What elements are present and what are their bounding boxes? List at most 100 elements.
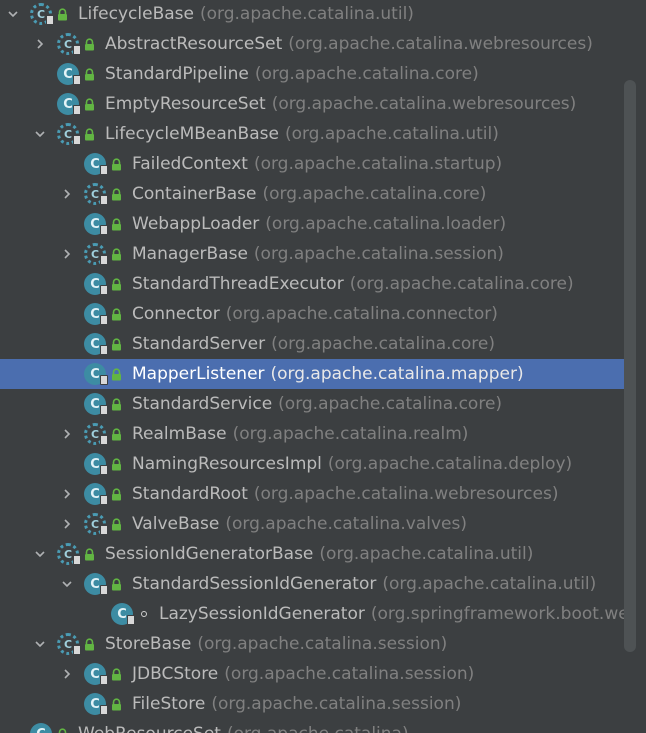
- tree-row[interactable]: C FailedContext (org.apache.catalina.start…: [0, 149, 624, 179]
- class-icon: C: [84, 393, 108, 415]
- abstract-class-icon: C: [84, 423, 108, 445]
- chevron-right-icon[interactable]: [60, 247, 74, 261]
- type-hierarchy-tree[interactable]: C LifecycleBase (org.apache.catalina.util)…: [0, 0, 624, 733]
- tree-row[interactable]: C EmptyResourceSet (org.apache.catalina.we…: [0, 89, 624, 119]
- class-name: FailedContext: [132, 154, 248, 174]
- scrollbar-gutter: [636, 0, 646, 733]
- chevron-placeholder: [60, 367, 74, 381]
- package-name: (org.apache.catalina.realm): [232, 424, 469, 444]
- chevron-right-icon[interactable]: [60, 517, 74, 531]
- lock-icon: [110, 667, 123, 681]
- chevron-right-icon[interactable]: [60, 487, 74, 501]
- abstract-class-icon: C: [57, 633, 81, 655]
- chevron-placeholder: [33, 67, 47, 81]
- class-name: LifecycleBase: [78, 4, 194, 24]
- package-name: (org.apache.catalina.util): [199, 4, 414, 24]
- class-name: WebResourceSet: [78, 724, 221, 733]
- package-name: (org.apache.catalina.webresources): [288, 34, 593, 54]
- class-name: StandardThreadExecutor: [132, 274, 344, 294]
- package-private-icon: [137, 608, 150, 621]
- class-name: AbstractResourceSet: [105, 34, 283, 54]
- package-name: (org.apache.catalina.core): [262, 184, 487, 204]
- tree-row[interactable]: C MapperListener (org.apache.catalina.mapp…: [0, 359, 624, 389]
- chevron-placeholder: [60, 307, 74, 321]
- tree-row[interactable]: C StoreBase (org.apache.catalina.session): [0, 629, 624, 659]
- package-name: (org.apache.catalina.session): [197, 634, 448, 654]
- chevron-down-icon[interactable]: [33, 547, 47, 561]
- chevron-right-icon[interactable]: [60, 427, 74, 441]
- package-name: (org.apache.catalina.core): [278, 394, 503, 414]
- lock-icon: [83, 127, 96, 141]
- lock-icon: [83, 637, 96, 651]
- class-name: StoreBase: [105, 634, 192, 654]
- class-name: LifecycleMBeanBase: [105, 124, 279, 144]
- chevron-down-icon[interactable]: [33, 637, 47, 651]
- chevron-placeholder: [60, 337, 74, 351]
- lock-icon: [110, 307, 123, 321]
- package-name: (org.apache.catalina.webresources): [253, 484, 559, 504]
- chevron-right-icon[interactable]: [60, 667, 74, 681]
- abstract-class-icon: C: [84, 513, 108, 535]
- package-name: (org.apache.catalina.session): [211, 694, 462, 714]
- class-icon: C: [84, 453, 108, 475]
- class-name: StandardSessionIdGenerator: [132, 574, 377, 594]
- tree-row[interactable]: C FileStore (org.apache.catalina.session): [0, 689, 624, 719]
- tree-row[interactable]: C StandardServer (org.apache.catalina.core…: [0, 329, 624, 359]
- chevron-down-icon[interactable]: [60, 577, 74, 591]
- class-icon: C: [84, 663, 108, 685]
- tree-row[interactable]: C RealmBase (org.apache.catalina.realm): [0, 419, 624, 449]
- package-name: (org.apache.catalina.startup): [253, 154, 503, 174]
- tree-row[interactable]: C StandardRoot (org.apache.catalina.webres…: [0, 479, 624, 509]
- class-name: ValveBase: [132, 514, 220, 534]
- lock-icon: [110, 277, 123, 291]
- tree-row[interactable]: C StandardPipeline (org.apache.catalina.co…: [0, 59, 624, 89]
- lock-icon: [56, 7, 69, 21]
- abstract-class-icon: C: [57, 123, 81, 145]
- tree-row[interactable]: C Connector (org.apache.catalina.connector…: [0, 299, 624, 329]
- tree-row[interactable]: C WebappLoader (org.apache.catalina.loader…: [0, 209, 624, 239]
- lock-icon: [110, 487, 123, 501]
- tree-row[interactable]: C ValveBase (org.apache.catalina.valves): [0, 509, 624, 539]
- tree-row[interactable]: C LifecycleBase (org.apache.catalina.util): [0, 0, 624, 29]
- package-name: (org.apache.catalina.core): [271, 334, 495, 354]
- tree-row[interactable]: C ContainerBase (org.apache.catalina.core): [0, 179, 624, 209]
- chevron-placeholder: [33, 97, 47, 111]
- class-icon: C: [111, 603, 135, 625]
- tree-row[interactable]: C StandardSessionIdGenerator (org.apache.c…: [0, 569, 624, 599]
- tree-row[interactable]: C StandardThreadExecutor (org.apache.catal…: [0, 269, 624, 299]
- tree-row[interactable]: C StandardService (org.apache.catalina.cor…: [0, 389, 624, 419]
- package-name: (org.apache.catalina.valves): [225, 514, 468, 534]
- tree-row[interactable]: C LifecycleMBeanBase (org.apache.catalina.…: [0, 119, 624, 149]
- tree-row[interactable]: C AbstractResourceSet (org.apache.catalina…: [0, 29, 624, 59]
- class-name: EmptyResourceSet: [105, 94, 266, 114]
- vertical-scrollbar[interactable]: [624, 80, 636, 652]
- chevron-right-icon[interactable]: [33, 37, 47, 51]
- package-name: (org.apache.catalina.session): [224, 664, 475, 684]
- tree-row[interactable]: C WebResourceSet (org.apache.catalina): [0, 719, 624, 733]
- package-name: (org.apache.catalina.loader): [265, 214, 507, 234]
- tree-row[interactable]: C ManagerBase (org.apache.catalina.session…: [0, 239, 624, 269]
- package-name: (org.apache.catalina.mapper): [270, 364, 524, 384]
- tree-row[interactable]: C NamingResourcesImpl (org.apache.catalina…: [0, 449, 624, 479]
- lock-icon: [110, 577, 123, 591]
- lock-icon: [110, 157, 123, 171]
- abstract-class-icon: C: [30, 3, 54, 25]
- tree-row[interactable]: C SessionIdGeneratorBase (org.apache.catal…: [0, 539, 624, 569]
- class-icon: C: [84, 573, 108, 595]
- class-icon: C: [84, 303, 108, 325]
- chevron-placeholder: [60, 397, 74, 411]
- package-name: (org.apache.catalina.connector): [225, 304, 498, 324]
- chevron-placeholder: [87, 607, 101, 621]
- lock-icon: [110, 337, 123, 351]
- class-name: LazySessionIdGenerator: [159, 604, 365, 624]
- package-name: (org.apache.catalina): [227, 724, 409, 733]
- tree-row[interactable]: C LazySessionIdGenerator (org.springframew…: [0, 599, 624, 629]
- tree-row[interactable]: C JDBCStore (org.apache.catalina.session): [0, 659, 624, 689]
- chevron-down-icon[interactable]: [33, 127, 47, 141]
- chevron-down-icon[interactable]: [6, 7, 20, 21]
- abstract-class-icon: C: [57, 33, 81, 55]
- chevron-right-icon[interactable]: [60, 187, 74, 201]
- class-name: StandardService: [132, 394, 273, 414]
- chevron-placeholder: [60, 157, 74, 171]
- lock-icon: [110, 397, 123, 411]
